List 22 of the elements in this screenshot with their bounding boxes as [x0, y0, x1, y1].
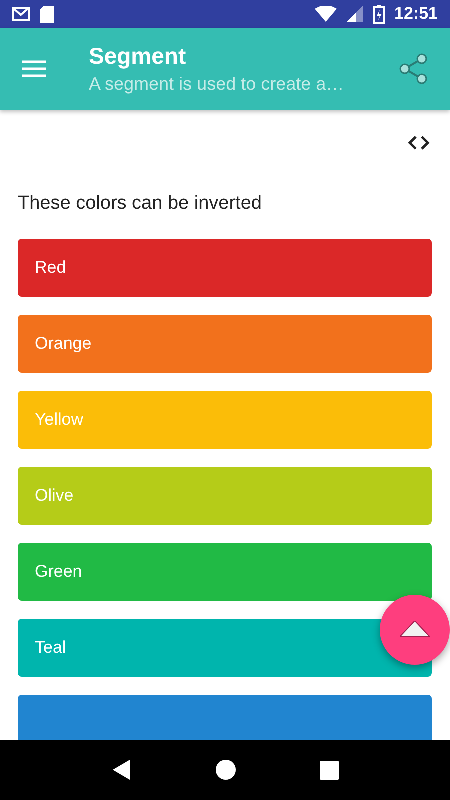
clock-time: 12:51	[394, 4, 438, 24]
sd-card-icon	[40, 6, 54, 22]
screen-title: Segment	[89, 43, 188, 70]
screen-subtitle: A segment is used to create a…	[89, 74, 346, 95]
code-icon[interactable]	[408, 136, 430, 150]
wifi-icon	[314, 6, 337, 22]
back-icon[interactable]	[112, 759, 132, 781]
home-icon[interactable]	[214, 759, 236, 781]
segment-label: Orange	[35, 334, 92, 354]
intro-text: These colors can be inverted	[18, 193, 263, 215]
scroll-up-button[interactable]	[380, 595, 450, 665]
share-icon[interactable]	[398, 53, 430, 85]
segment-label: Red	[35, 258, 66, 278]
battery-icon	[372, 4, 385, 24]
caret-up-icon	[400, 621, 430, 639]
segment-label: Green	[35, 562, 82, 582]
recents-icon[interactable]	[320, 760, 338, 780]
mail-icon	[12, 7, 30, 21]
segment-label: Yellow	[35, 410, 84, 430]
segment-label: Teal	[35, 638, 66, 658]
signal-icon	[346, 6, 363, 22]
segment-label: Olive	[35, 486, 74, 506]
